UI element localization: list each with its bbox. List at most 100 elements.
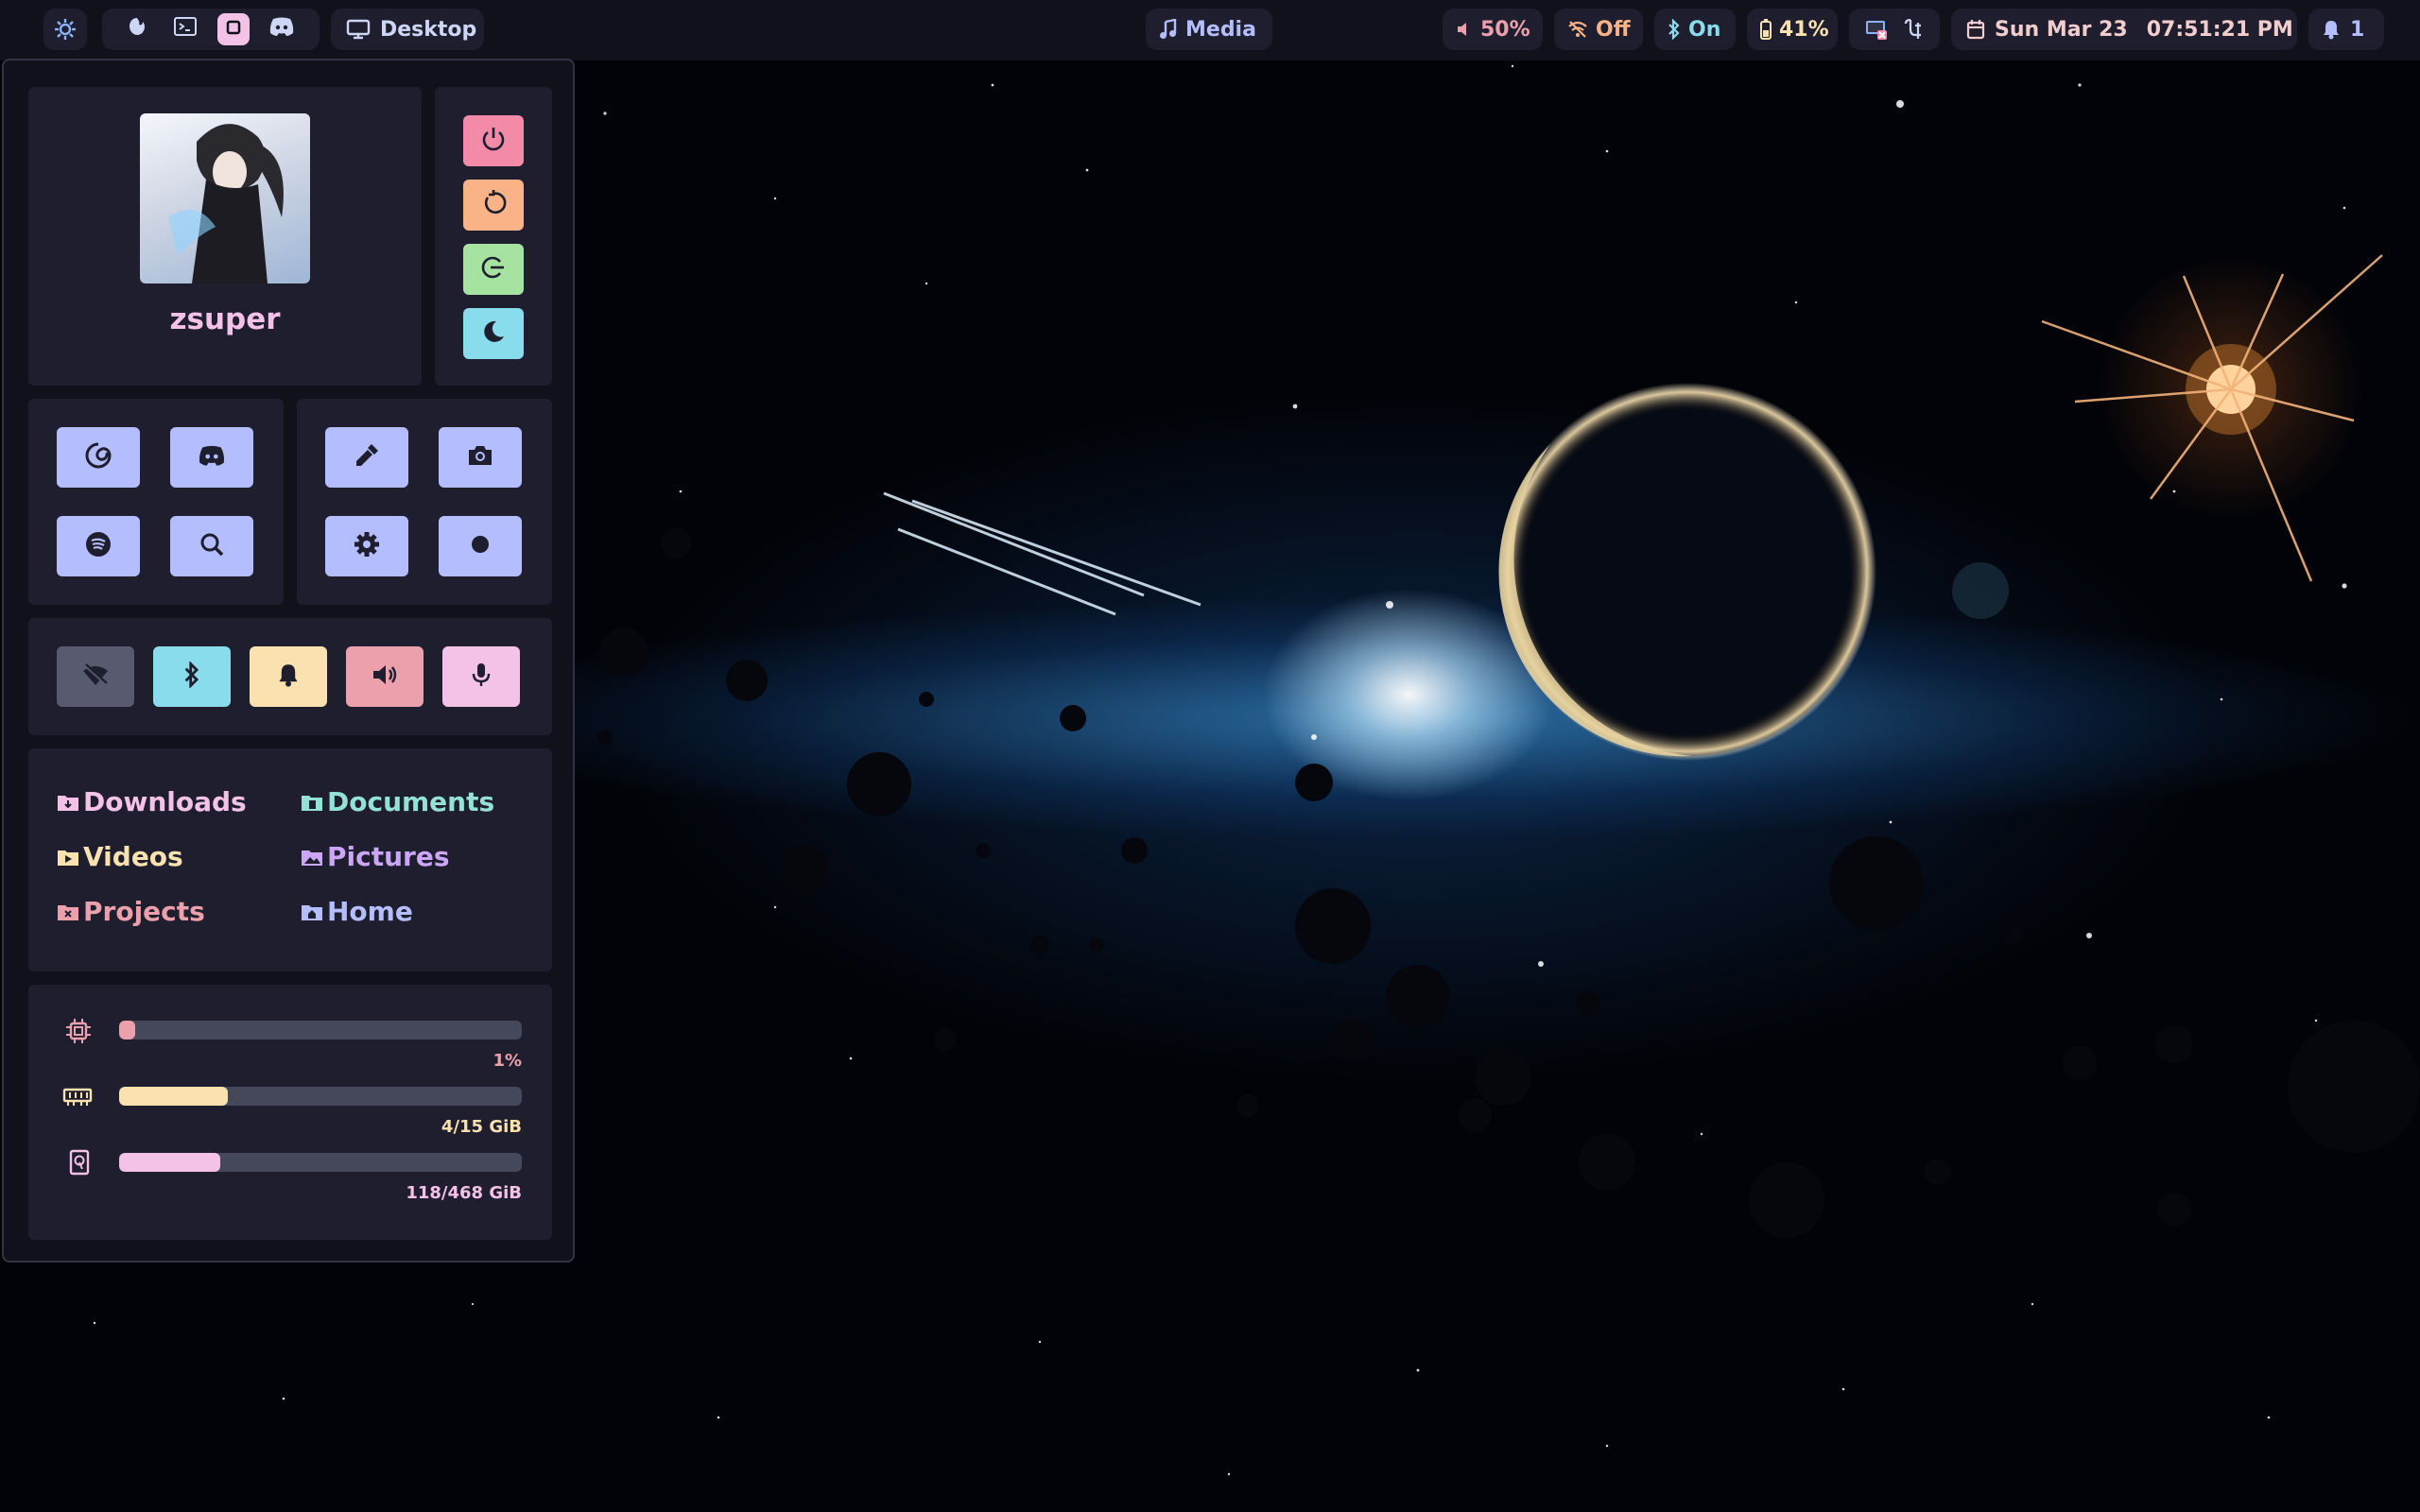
memory-usage-text: 4/15 GiB	[441, 1117, 522, 1137]
battery-indicator[interactable]: 41%	[1747, 9, 1838, 50]
disk-usage-text: 118/468 GiB	[406, 1183, 522, 1203]
calendar-icon	[1966, 19, 1985, 40]
search-button[interactable]	[170, 516, 253, 576]
media-label: Media	[1185, 17, 1256, 42]
clock-widget[interactable]: Sun Mar 23 07:51:21 PM	[1951, 9, 2297, 50]
browser-icon	[84, 441, 112, 473]
volume-indicator[interactable]: 50%	[1443, 9, 1543, 50]
monitor-icon	[346, 18, 371, 41]
folder-label: Home	[327, 896, 413, 927]
tray-app-icon[interactable]	[1902, 18, 1925, 41]
sleep-button[interactable]	[463, 308, 524, 359]
folder-pictures[interactable]: Pictures	[301, 841, 450, 872]
workspace-switcher	[102, 9, 320, 50]
folder-picture-icon	[302, 850, 322, 866]
bluetooth-status: On	[1688, 17, 1721, 42]
volume-value: 50%	[1480, 17, 1530, 42]
folder-label: Documents	[327, 786, 495, 817]
wifi-off-icon	[80, 662, 111, 691]
dashboard-panel: zsuper Downloads Documents Videos Pictur…	[2, 59, 575, 1263]
battery-value: 41%	[1779, 17, 1829, 42]
active-window-title[interactable]: Desktop	[331, 9, 484, 50]
top-bar: Desktop Media 50% Off On 41% Sun Mar 23 …	[0, 0, 2420, 60]
avatar[interactable]	[140, 113, 310, 284]
folder-documents[interactable]: Documents	[301, 786, 494, 817]
workspace-2[interactable]	[169, 13, 201, 45]
folder-downloads[interactable]: Downloads	[57, 786, 247, 817]
launcher-button[interactable]	[43, 9, 87, 50]
settings-button[interactable]	[325, 516, 408, 576]
media-widget[interactable]: Media	[1146, 9, 1272, 50]
record-button[interactable]	[439, 516, 522, 576]
battery-icon	[1760, 19, 1772, 40]
toggles-card	[28, 618, 552, 735]
tools-card	[297, 399, 552, 605]
workspace-4[interactable]	[266, 13, 298, 45]
wifi-off-icon	[1567, 20, 1588, 39]
folder-home[interactable]: Home	[301, 896, 413, 927]
color-picker-icon	[353, 441, 381, 473]
memory-usage-bar	[119, 1087, 522, 1106]
firefox-icon	[126, 15, 148, 43]
notifications-button[interactable]: 1	[2308, 9, 2384, 50]
color-picker-button[interactable]	[325, 427, 408, 488]
wifi-indicator[interactable]: Off	[1554, 9, 1643, 50]
gear-icon	[54, 18, 77, 41]
folder-document-icon	[302, 795, 322, 811]
speaker-icon	[1456, 21, 1473, 38]
bluetooth-icon	[1668, 19, 1681, 40]
wifi-toggle[interactable]	[57, 646, 134, 707]
folder-video-icon	[58, 850, 78, 866]
microphone-icon	[471, 662, 492, 692]
folder-label: Pictures	[327, 841, 450, 872]
discord-button[interactable]	[170, 427, 253, 488]
cpu-icon	[64, 1017, 93, 1049]
search-icon	[199, 531, 225, 561]
cpu-usage-text: 1%	[493, 1051, 522, 1071]
square-icon	[225, 18, 242, 42]
volume-icon	[371, 662, 399, 691]
browser-button[interactable]	[57, 427, 140, 488]
power-button[interactable]	[463, 115, 524, 166]
folder-label: Projects	[83, 896, 205, 927]
discord-icon	[268, 16, 295, 43]
music-note-icon	[1159, 19, 1178, 40]
memory-icon	[62, 1085, 93, 1111]
record-icon	[470, 534, 491, 558]
notifications-toggle[interactable]	[250, 646, 327, 707]
folder-projects[interactable]: Projects	[57, 896, 205, 927]
memory-usage-fill	[119, 1087, 229, 1106]
volume-toggle[interactable]	[346, 646, 424, 707]
date-text: Sun Mar 23	[1995, 17, 2128, 42]
resources-card: 1% 4/15 GiB 118/468 GiB	[28, 985, 552, 1240]
cpu-usage-bar	[119, 1021, 522, 1040]
power-icon	[479, 125, 508, 157]
screenshot-icon	[466, 443, 494, 472]
folder-videos[interactable]: Videos	[57, 841, 183, 872]
network-manager-icon[interactable]	[1864, 18, 1889, 41]
folder-home-icon	[302, 904, 322, 920]
disk-usage-fill	[119, 1153, 220, 1172]
workspace-1[interactable]	[121, 13, 153, 45]
microphone-toggle[interactable]	[442, 646, 520, 707]
profile-card: zsuper	[28, 87, 422, 386]
disk-usage-bar	[119, 1153, 522, 1172]
restart-button[interactable]	[463, 180, 524, 231]
bell-icon	[2322, 19, 2341, 40]
bluetooth-indicator[interactable]: On	[1654, 9, 1736, 50]
spotify-icon	[84, 530, 112, 562]
screenshot-button[interactable]	[439, 427, 522, 488]
folder-label: Videos	[83, 841, 183, 872]
folders-card: Downloads Documents Videos Pictures Proj…	[28, 748, 552, 971]
logout-icon	[479, 253, 508, 285]
folder-label: Downloads	[83, 786, 247, 817]
spotify-button[interactable]	[57, 516, 140, 576]
bluetooth-toggle[interactable]	[153, 646, 231, 707]
username: zsuper	[169, 302, 281, 336]
desktop-label: Desktop	[380, 17, 477, 42]
logout-button[interactable]	[463, 244, 524, 295]
workspace-3-active[interactable]	[217, 13, 250, 45]
folder-project-icon	[58, 904, 78, 920]
wifi-status: Off	[1596, 17, 1631, 42]
sleep-icon	[479, 318, 508, 350]
